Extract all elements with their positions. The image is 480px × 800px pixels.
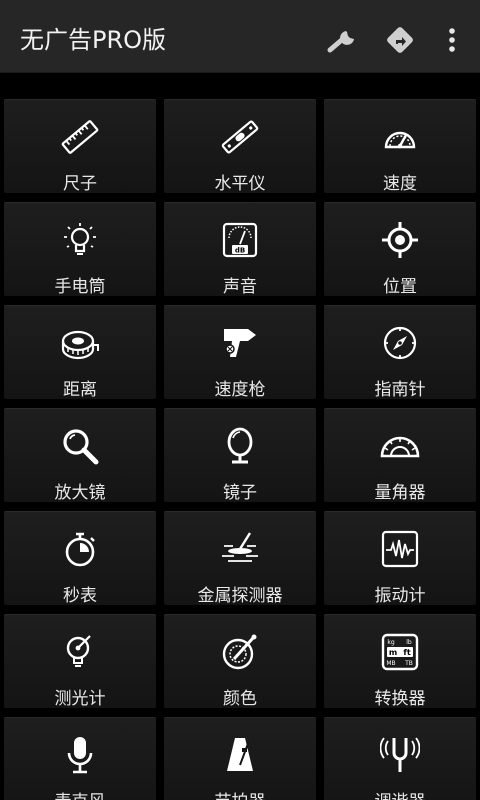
directions-icon — [387, 27, 413, 53]
tool-label: 转换器 — [374, 689, 426, 709]
tool-label: 测光计 — [54, 689, 106, 709]
tool-tile-color-picker[interactable]: 颜色 — [164, 614, 316, 709]
location-target-icon — [380, 220, 420, 260]
tape-measure-icon — [60, 323, 100, 363]
tool-tile-microphone[interactable]: 麦克风 — [4, 717, 156, 800]
more-options-button[interactable] — [430, 18, 474, 62]
tool-tile-tape-measure[interactable]: 距离 — [4, 305, 156, 400]
tool-label: 振动计 — [374, 586, 426, 606]
speedometer-icon — [380, 117, 420, 157]
converter-label-lb: lb — [406, 639, 412, 646]
tool-label: 秒表 — [63, 586, 97, 606]
level-icon — [220, 117, 260, 157]
ruler-icon — [60, 117, 100, 157]
compass-icon — [380, 323, 420, 363]
unit-converter-icon: kg lb m ft MB TB — [380, 632, 420, 672]
converter-label-kg: kg — [387, 639, 394, 646]
tool-label: 尺子 — [63, 174, 97, 194]
stopwatch-icon — [60, 529, 100, 569]
tool-label: 位置 — [383, 277, 417, 297]
converter-label-tb: TB — [404, 660, 413, 667]
tool-tile-unit-converter[interactable]: kg lb m ft MB TB 转换器 — [324, 614, 476, 709]
tool-tile-metronome[interactable]: 节拍器 — [164, 717, 316, 800]
tool-tile-bulb[interactable]: 手电筒 — [4, 202, 156, 297]
tool-label: 手电筒 — [54, 277, 106, 297]
color-picker-icon — [220, 632, 260, 672]
tool-label: 金属探测器 — [197, 586, 283, 606]
tool-tile-protractor[interactable]: 量角器 — [324, 408, 476, 503]
speed-gun-icon — [220, 323, 260, 363]
tool-tile-level[interactable]: 水平仪 — [164, 99, 316, 194]
tool-tile-mirror[interactable]: 镜子 — [164, 408, 316, 503]
tool-label: 速度枪 — [214, 380, 266, 400]
settings-button[interactable] — [322, 18, 366, 62]
bulb-icon — [60, 220, 100, 260]
tool-label: 麦克风 — [4, 787, 156, 800]
tuning-fork-icon — [380, 735, 420, 775]
tool-label: 量角器 — [374, 483, 426, 503]
tool-tile-metal-detector[interactable]: 金属探测器 — [164, 511, 316, 606]
tool-label: 颜色 — [223, 689, 257, 709]
tool-label: 放大镜 — [54, 483, 106, 503]
tool-label: 镜子 — [223, 483, 257, 503]
tool-tile-location-target[interactable]: 位置 — [324, 202, 476, 297]
wrench-icon — [327, 29, 355, 53]
decibel-meter-icon: dB — [220, 220, 260, 260]
magnifier-icon — [60, 426, 100, 466]
mirror-icon — [220, 426, 260, 466]
light-meter-icon — [60, 632, 100, 672]
more-vert-icon — [449, 28, 455, 52]
app-bar: 无广告PRO版 — [0, 0, 480, 73]
vibration-meter-icon — [380, 529, 420, 569]
sound-icon-text: dB — [235, 247, 245, 255]
microphone-icon — [60, 735, 100, 775]
tool-label: 节拍器 — [164, 787, 316, 800]
directions-button[interactable] — [378, 18, 422, 62]
tool-tile-decibel-meter[interactable]: dB 声音 — [164, 202, 316, 297]
tool-tile-speed-gun[interactable]: 速度枪 — [164, 305, 316, 400]
app-title: 无广告PRO版 — [20, 26, 167, 54]
tool-tile-compass[interactable]: 指南针 — [324, 305, 476, 400]
tool-label: 指南针 — [374, 380, 426, 400]
metal-detector-icon — [220, 529, 260, 569]
tool-label: 声音 — [223, 277, 257, 297]
protractor-icon — [380, 426, 420, 466]
converter-label-ft: ft — [403, 648, 410, 657]
converter-label-m: m — [389, 648, 397, 657]
tool-label: 调谐器 — [324, 787, 476, 800]
tool-tile-stopwatch[interactable]: 秒表 — [4, 511, 156, 606]
tool-label: 水平仪 — [214, 174, 266, 194]
tool-tile-light-meter[interactable]: 测光计 — [4, 614, 156, 709]
tool-tile-speedometer[interactable]: 速度 — [324, 99, 476, 194]
tool-tile-vibration-meter[interactable]: 振动计 — [324, 511, 476, 606]
tool-tile-ruler[interactable]: 尺子 — [4, 99, 156, 194]
tool-label: 速度 — [383, 174, 417, 194]
metronome-icon — [220, 735, 260, 775]
tool-label: 距离 — [63, 380, 97, 400]
tool-tile-magnifier[interactable]: 放大镜 — [4, 408, 156, 503]
tool-tile-tuning-fork[interactable]: 调谐器 — [324, 717, 476, 800]
converter-label-mb: MB — [386, 660, 395, 667]
